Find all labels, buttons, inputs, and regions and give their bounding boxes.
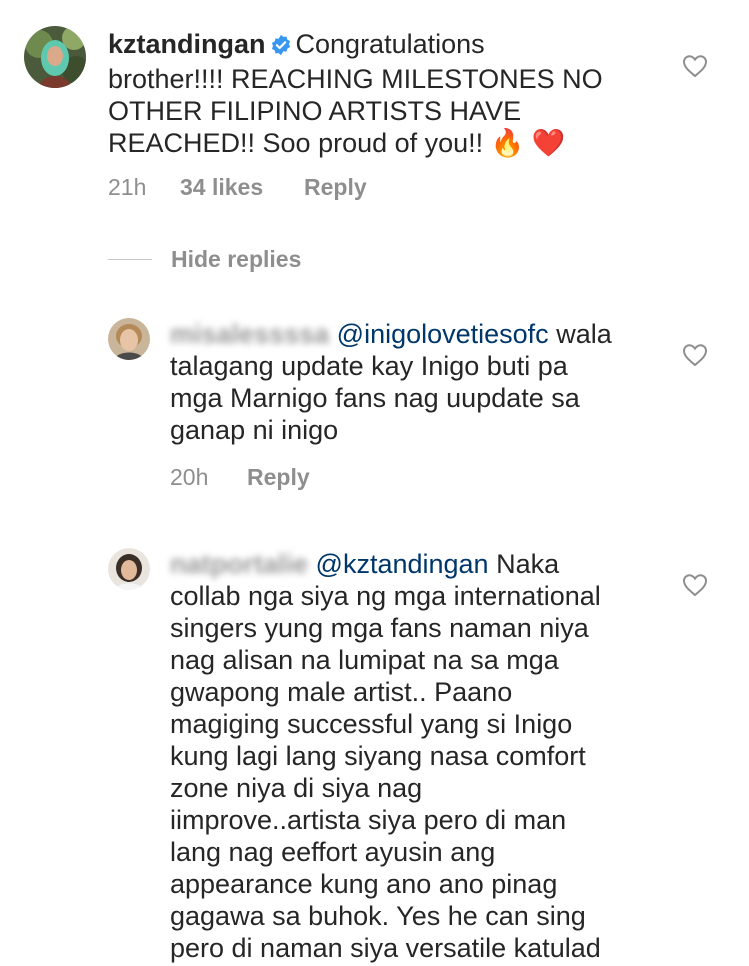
avatar[interactable]	[108, 548, 150, 590]
username[interactable]: kztandingan	[108, 29, 266, 59]
reply-line-6: kung lagi lang siyang nasa comfort	[170, 741, 586, 771]
reply-line-3: ganap ni inigo	[170, 415, 339, 445]
comment-meta: 21h 34 likes Reply	[108, 174, 367, 201]
hide-replies-label: Hide replies	[171, 246, 302, 272]
reply-line-10: appearance kung ano ano pinag	[170, 869, 558, 899]
comment-line-1: brother!!!! REACHING MILESTONES NO	[108, 64, 603, 94]
reply-line-7: zone niya di siya nag	[170, 773, 423, 803]
reply-meta: 20h Reply	[170, 464, 310, 491]
avatar[interactable]	[24, 26, 86, 88]
hide-replies-divider	[108, 259, 152, 260]
reply-line-11: gagawa sa buhok. Yes he can sing	[170, 901, 586, 931]
reply-button[interactable]: Reply	[304, 174, 367, 201]
reply-line-2: singers yung mga fans naman niya	[170, 613, 589, 643]
avatar[interactable]	[108, 318, 150, 360]
reply-line-8: iimprove..artista siya pero di man	[170, 805, 567, 835]
reply-line-4: gwapong male artist.. Paano	[170, 677, 513, 707]
like-heart-icon[interactable]	[682, 573, 708, 597]
like-heart-icon[interactable]	[682, 54, 708, 78]
reply-line-1: collab nga siya ng mga international	[170, 581, 601, 611]
reply-line-0: Naka	[496, 549, 560, 579]
verified-badge-icon	[270, 31, 292, 63]
like-heart-icon[interactable]	[682, 343, 708, 367]
comment-text: kztandingan Congratulations brother!!!! R…	[108, 28, 708, 159]
reply-line-5: magiging successful yang si Inigo	[170, 709, 573, 739]
comment-time: 21h	[108, 174, 147, 200]
username[interactable]: natportalie	[170, 549, 308, 579]
reply-text: natportalie @kztandingan Naka collab nga…	[170, 548, 710, 964]
username[interactable]: misalessssa	[170, 319, 329, 349]
reply-line-0: wala	[556, 319, 612, 349]
reply-line-3: nag alisan na lumipat na sa mga	[170, 645, 559, 675]
reply-line-1: talagang update kay Inigo buti pa	[170, 351, 568, 381]
reply-line-2: mga Marnigo fans nag uupdate sa	[170, 383, 580, 413]
reply-line-12: pero di naman siya versatile katulad	[170, 933, 601, 963]
comment-line-2: OTHER FILIPINO ARTISTS HAVE	[108, 96, 522, 126]
mention-link[interactable]: @inigolovetiesofc	[337, 319, 549, 349]
reply-line-9: lang nag eeffort ayusin ang	[170, 837, 496, 867]
comment-line-0: Congratulations	[295, 29, 485, 59]
comment-line-3: REACHED!! Soo proud of you!! 🔥 ❤️	[108, 128, 566, 158]
reply-time: 20h	[170, 464, 209, 490]
mention-link[interactable]: @kztandingan	[316, 549, 489, 579]
likes-count[interactable]: 34 likes	[180, 174, 304, 201]
hide-replies-button[interactable]: Hide replies	[108, 246, 301, 273]
reply-button[interactable]: Reply	[247, 464, 310, 491]
reply-text: misalessssa @inigolovetiesofc wala talag…	[170, 318, 690, 446]
